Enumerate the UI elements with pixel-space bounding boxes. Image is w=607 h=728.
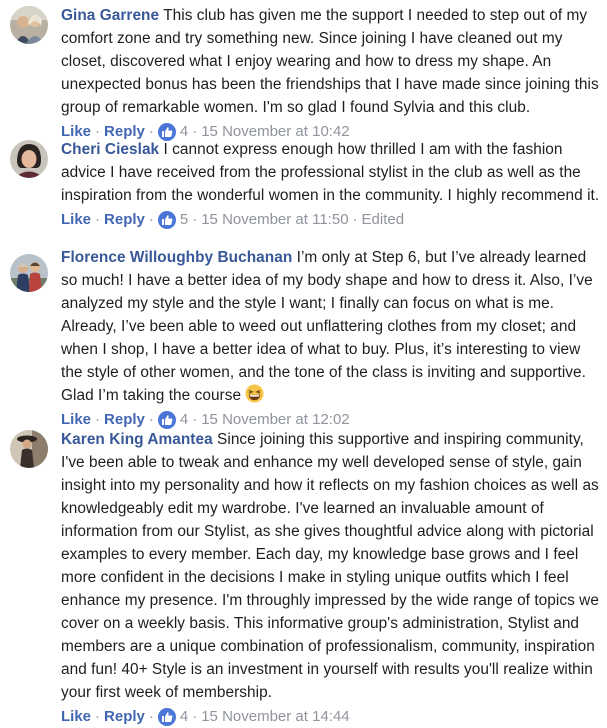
comment-text: Since joining this supportive and inspir… <box>61 431 599 701</box>
comment-actions: Like · Reply · 5 · 15 November at 11:50 … <box>61 209 601 231</box>
separator: · <box>192 708 198 725</box>
like-link[interactable]: Like <box>61 209 91 231</box>
comment: Gina Garrene This club has given me the … <box>0 4 607 143</box>
grinning-squinting-face-icon <box>245 384 264 403</box>
reply-link[interactable]: Reply <box>104 209 145 231</box>
like-reaction-icon[interactable] <box>157 411 176 429</box>
comment-author[interactable]: Gina Garrene <box>61 7 159 24</box>
separator: · <box>95 211 101 228</box>
like-reaction-icon[interactable] <box>157 211 176 229</box>
reaction-count[interactable]: 5 <box>180 209 188 231</box>
avatar[interactable] <box>10 430 48 468</box>
avatar[interactable] <box>10 140 48 178</box>
separator: · <box>148 211 154 228</box>
comment-author[interactable]: Cheri Cieslak <box>61 141 159 158</box>
like-link[interactable]: Like <box>61 706 91 728</box>
comment-body: Gina Garrene This club has given me the … <box>61 4 601 119</box>
comment: Karen King Amantea Since joining this su… <box>0 428 607 728</box>
comment: Florence Willoughby Buchanan I’m only at… <box>0 246 607 431</box>
comment-actions: Like · Reply · 4 · 15 November at 14:44 <box>61 706 601 728</box>
reaction-count[interactable]: 4 <box>180 706 188 728</box>
comment-timestamp[interactable]: 15 November at 14:44 <box>201 706 349 728</box>
like-reaction-icon[interactable] <box>157 708 176 726</box>
comment-text: I’m only at Step 6, but I’ve already lea… <box>61 249 593 404</box>
separator: · <box>192 211 198 228</box>
avatar[interactable] <box>10 6 48 44</box>
avatar[interactable] <box>10 254 48 292</box>
comment-body: Cheri Cieslak I cannot express enough ho… <box>61 138 601 207</box>
separator: · <box>148 708 154 725</box>
comment-timestamp[interactable]: 15 November at 11:50 <box>201 209 348 231</box>
comment-body: Karen King Amantea Since joining this su… <box>61 428 601 704</box>
comment-author[interactable]: Karen King Amantea <box>61 431 213 448</box>
separator: · <box>352 211 358 228</box>
comment-body: Florence Willoughby Buchanan I’m only at… <box>61 246 601 407</box>
comment-author[interactable]: Florence Willoughby Buchanan <box>61 249 292 266</box>
reply-link[interactable]: Reply <box>104 706 145 728</box>
edited-label[interactable]: Edited <box>362 209 405 231</box>
separator: · <box>95 708 101 725</box>
comment: Cheri Cieslak I cannot express enough ho… <box>0 138 607 231</box>
